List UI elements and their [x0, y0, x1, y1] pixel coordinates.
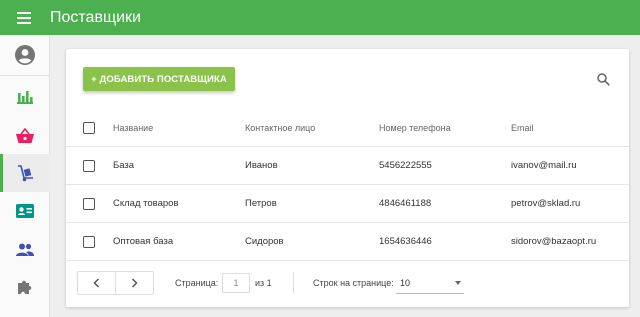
column-header-phone[interactable]: Номер телефона — [379, 109, 451, 147]
contact-person: Петров — [245, 198, 277, 209]
contact-card-icon — [16, 204, 34, 218]
sidebar-item-contacts[interactable] — [0, 192, 50, 230]
bar-chart-icon — [17, 91, 33, 104]
people-icon — [16, 243, 34, 256]
sidebar — [0, 35, 50, 317]
next-page-button[interactable] — [115, 271, 154, 295]
pagination-bar: Страница: из 1 Строк на странице: 10 — [66, 268, 629, 298]
page-title: Поставщики — [50, 8, 141, 26]
phone-number: 1654636446 — [379, 236, 432, 247]
sidebar-item-account[interactable] — [0, 36, 50, 74]
footer-divider — [293, 272, 294, 294]
menu-icon — [17, 11, 31, 24]
supplier-name: База — [113, 160, 135, 171]
suppliers-card: + ДОБАВИТЬ ПОСТАВЩИКА Название Контактно… — [66, 49, 629, 307]
prev-page-button[interactable] — [77, 271, 116, 295]
supplier-name: Склад товаров — [113, 198, 179, 209]
puzzle-icon — [18, 280, 32, 294]
email: sidorov@bazaopt.ru — [511, 236, 597, 247]
hand-truck-icon — [17, 164, 33, 181]
sidebar-item-reports[interactable] — [0, 78, 50, 116]
chevron-right-icon — [131, 278, 138, 288]
column-header-email[interactable]: Email — [511, 109, 534, 147]
sidebar-item-suppliers[interactable] — [0, 154, 50, 192]
row-checkbox[interactable] — [83, 198, 95, 210]
chevron-left-icon — [93, 278, 100, 288]
rows-per-page-value: 10 — [400, 278, 411, 288]
table-row[interactable]: Оптовая база Сидоров 1654636446 sidorov@… — [66, 223, 629, 261]
column-header-name[interactable]: Название — [113, 109, 153, 147]
table-header-row: Название Контактное лицо Номер телефона … — [66, 109, 629, 147]
page-label: Страница: — [175, 278, 219, 288]
select-all-checkbox[interactable] — [83, 122, 95, 134]
column-header-contact[interactable]: Контактное лицо — [245, 109, 315, 147]
supplier-name: Оптовая база — [113, 236, 174, 247]
sidebar-item-orders[interactable] — [0, 116, 50, 154]
search-icon — [596, 72, 610, 86]
sidebar-item-extensions[interactable] — [0, 268, 50, 306]
email: petrov@sklad.ru — [511, 198, 581, 209]
phone-number: 5456222555 — [379, 160, 432, 171]
sidebar-divider — [0, 75, 50, 76]
basket-icon — [16, 127, 34, 143]
add-supplier-button[interactable]: + ДОБАВИТЬ ПОСТАВЩИКА — [83, 67, 235, 91]
account-circle-icon — [15, 45, 35, 65]
dropdown-arrow-icon — [455, 281, 461, 285]
sidebar-item-users[interactable] — [0, 230, 50, 268]
contact-person: Сидоров — [245, 236, 284, 247]
table-row[interactable]: Склад товаров Петров 4846461188 petrov@s… — [66, 185, 629, 223]
row-checkbox[interactable] — [83, 160, 95, 172]
contact-person: Иванов — [245, 160, 278, 171]
email: ivanov@mail.ru — [511, 160, 577, 171]
rows-per-page-label: Строк на странице: — [313, 278, 394, 288]
app-bar: Поставщики — [0, 0, 640, 35]
row-checkbox[interactable] — [83, 236, 95, 248]
menu-button[interactable] — [0, 0, 48, 35]
phone-number: 4846461188 — [379, 198, 432, 209]
rows-per-page-select[interactable]: 10 — [396, 272, 464, 294]
search-button[interactable] — [593, 69, 613, 89]
page-number-input[interactable] — [222, 273, 250, 293]
page-total: из 1 — [255, 278, 272, 288]
table-row[interactable]: База Иванов 5456222555 ivanov@mail.ru — [66, 147, 629, 185]
